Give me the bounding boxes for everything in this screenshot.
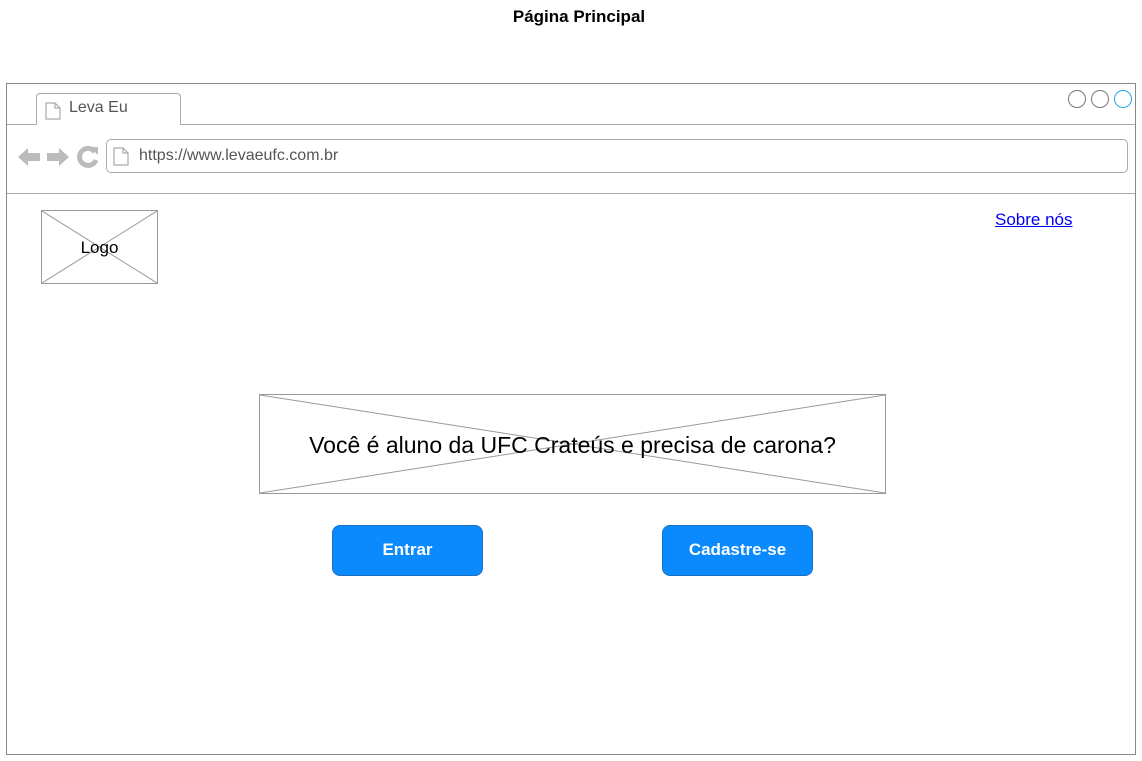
reload-icon[interactable] xyxy=(77,145,99,173)
page-content: Logo Sobre nós Você é aluno da UFC Crate… xyxy=(7,194,1135,754)
page-title: Página Principal xyxy=(512,7,646,26)
hero-banner: Você é aluno da UFC Crateús e precisa de… xyxy=(259,394,886,494)
login-button[interactable]: Entrar xyxy=(332,525,483,576)
browser-toolbar: https://www.levaeufc.com.br xyxy=(7,124,1135,194)
tab-bar: Leva Eu xyxy=(7,84,1135,125)
page-icon xyxy=(113,147,129,171)
back-arrow-icon[interactable] xyxy=(17,146,41,173)
close-icon[interactable] xyxy=(1114,90,1132,108)
url-text: https://www.levaeufc.com.br xyxy=(139,147,339,164)
minimize-icon[interactable] xyxy=(1068,90,1086,108)
tab-label: Leva Eu xyxy=(69,99,128,116)
address-bar[interactable]: https://www.levaeufc.com.br xyxy=(106,139,1128,173)
about-us-link[interactable]: Sobre nós xyxy=(995,210,1073,230)
window-controls xyxy=(1068,90,1132,108)
logo-placeholder: Logo xyxy=(41,210,158,284)
maximize-icon[interactable] xyxy=(1091,90,1109,108)
browser-window: Leva Eu https://www.levaeufc.com.br Logo… xyxy=(6,83,1136,755)
logo-label: Logo xyxy=(80,238,119,257)
page-icon xyxy=(45,102,61,125)
forward-arrow-icon[interactable] xyxy=(46,146,70,173)
hero-text: Você é aluno da UFC Crateús e precisa de… xyxy=(309,432,836,458)
browser-tab[interactable]: Leva Eu xyxy=(36,93,181,125)
signup-button[interactable]: Cadastre-se xyxy=(662,525,813,576)
